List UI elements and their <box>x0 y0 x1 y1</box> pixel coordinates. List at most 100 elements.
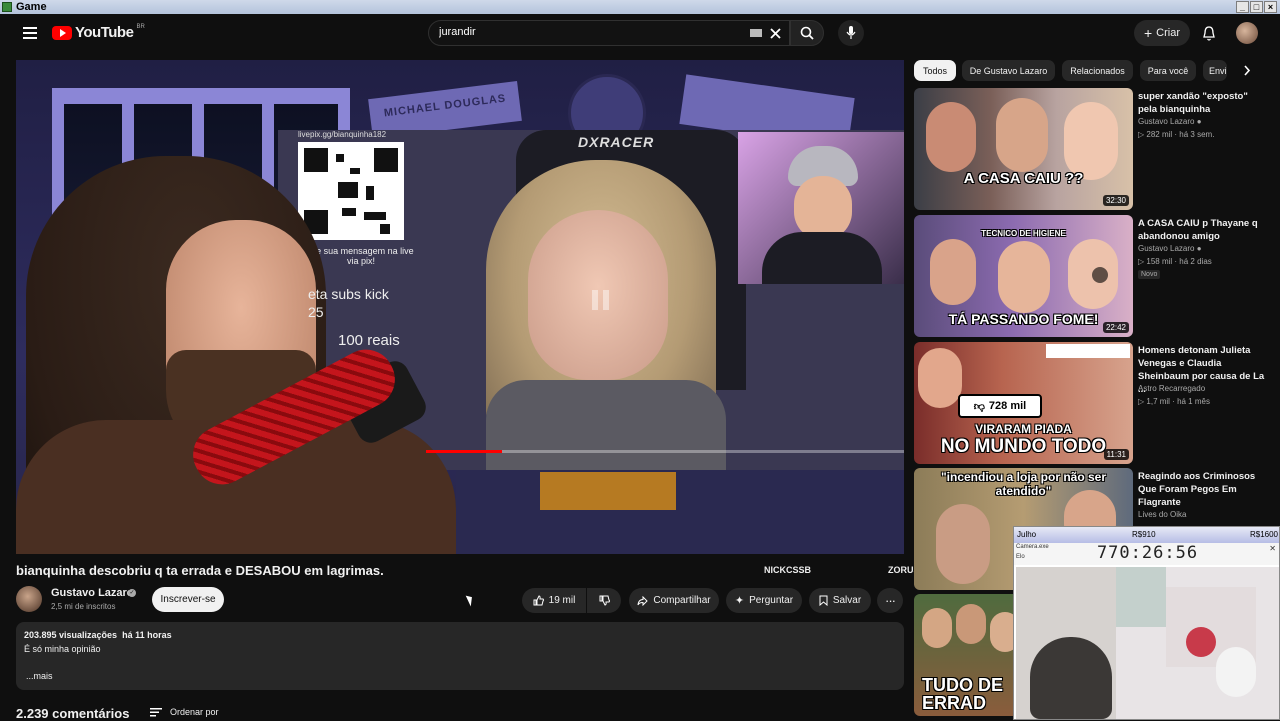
chip-relacionados[interactable]: Relacionados <box>1062 60 1133 81</box>
thumbnail-text: NO MUNDO TODO <box>940 436 1107 457</box>
camera-overlay-window[interactable]: Julho R$910 R$1600 770:26:56 Camera.exe … <box>1013 526 1280 720</box>
description-box[interactable]: 203.895 visualizações há 11 horas É só m… <box>16 622 904 690</box>
thumbnail-text: A CASA CAIU ?? <box>963 170 1084 187</box>
channel-name-text: Gustavo Lazaro <box>1138 244 1195 253</box>
video-title-rec[interactable]: Reagindo aos Criminosos Que Foram Pegos … <box>1138 470 1268 509</box>
comments-count: 2.239 comentários <box>16 706 130 721</box>
video-thumbnail[interactable]: A CASA CAIU ?? 32:30 <box>914 88 1133 210</box>
verified-icon: ✓ <box>128 589 136 597</box>
view-count-rec: 1,7 mil <box>1146 397 1170 406</box>
dislike-button[interactable] <box>587 588 621 613</box>
save-button[interactable]: Salvar <box>809 588 871 613</box>
video-title-rec[interactable]: super xandão "exposto" pela bianquinha <box>1138 90 1268 116</box>
video-age: há 1 mês <box>1177 397 1210 406</box>
voice-search-button[interactable] <box>838 20 864 46</box>
more-actions-button[interactable]: ··· <box>877 588 903 613</box>
thumbs-up-icon <box>533 595 544 606</box>
channel-name-rec[interactable]: Astro Recarregado <box>1138 384 1205 393</box>
thumbnail-top-text: TECNICO DE HIGIENE <box>981 229 1066 238</box>
progress-fill <box>426 450 503 453</box>
thumbnail-text: TUDO DE ERRAD <box>922 675 1003 713</box>
share-label: Compartilhar <box>653 595 711 606</box>
video-age: há 3 sem. <box>1179 130 1215 139</box>
clear-search-icon[interactable] <box>767 25 783 41</box>
save-label: Salvar <box>832 595 862 606</box>
video-thumbnail[interactable]: 👎︎ 728 mil VIRARAM PIADA NO MUNDO TODO 11… <box>914 342 1133 464</box>
window-title: Game <box>16 1 47 13</box>
recommended-video[interactable]: 👎︎ 728 mil VIRARAM PIADA NO MUNDO TODO 11… <box>914 342 1274 464</box>
maximize-button[interactable]: □ <box>1250 1 1263 13</box>
create-button[interactable]: + Criar <box>1134 20 1190 46</box>
video-thumbnail[interactable]: TECNICO DE HIGIENE TÁ PASSANDO FOME! 22:… <box>914 215 1133 337</box>
chevron-right-icon[interactable] <box>1236 60 1258 81</box>
qr-code-icon <box>298 142 404 240</box>
stream-timer: 770:26:56 <box>1014 543 1279 565</box>
subscribe-button[interactable]: Inscrever-se <box>152 587 224 612</box>
video-age: há 2 dias <box>1179 257 1212 266</box>
account-avatar[interactable] <box>1236 22 1258 44</box>
poster-text: MICHAEL DOUGLAS <box>383 92 507 120</box>
overlay-link-text: livepix.gg/bianquinha182 <box>298 130 387 139</box>
video-meta: ▷ 158 mil · há 2 dias <box>1138 257 1212 266</box>
keyboard-icon[interactable] <box>749 27 763 39</box>
video-meta: ▷ 282 mil · há 3 sem. <box>1138 130 1215 139</box>
chip-enviados[interactable]: Envi <box>1203 60 1227 81</box>
recommended-video[interactable]: TECNICO DE HIGIENE TÁ PASSANDO FOME! 22:… <box>914 215 1274 337</box>
search-icon <box>800 26 814 40</box>
views-text: 203.895 visualizações <box>24 630 118 640</box>
search-button[interactable] <box>790 20 824 46</box>
youtube-logo[interactable]: YouTube BR <box>52 24 145 41</box>
goal-current: R$910 <box>1132 530 1156 539</box>
thumbs-down-icon: 👎︎ <box>973 400 985 413</box>
chip-todos[interactable]: Todos <box>914 60 956 81</box>
channel-name-text: Astro Recarregado <box>1138 384 1206 393</box>
channel-name[interactable]: Gustavo Lazaro <box>51 587 134 599</box>
video-title-rec[interactable]: A CASA CAIU p Thayane q abandonou amigo <box>1138 217 1268 243</box>
search-box[interactable] <box>428 20 790 46</box>
recommended-video[interactable]: A CASA CAIU ?? 32:30 super xandão "expos… <box>914 88 1274 210</box>
like-button[interactable]: 19 mil <box>522 588 586 613</box>
minimize-button[interactable]: _ <box>1236 1 1249 13</box>
channel-subscribers: 2,5 mi de inscritos <box>51 602 116 611</box>
logo-text: YouTube <box>75 24 134 41</box>
mouse-cursor-icon <box>465 593 476 607</box>
thumbnail-likes: 728 mil <box>988 400 1027 412</box>
thumbnail-like-box: 👎︎ 728 mil <box>958 394 1042 418</box>
app-icon <box>2 2 12 12</box>
video-duration: 22:42 <box>1102 322 1129 333</box>
goal-label: Julho <box>1017 530 1037 539</box>
like-count: 19 mil <box>548 595 576 606</box>
search-input[interactable] <box>439 26 739 38</box>
video-person-woman-shirt <box>486 380 726 480</box>
show-more-link[interactable]: ...mais <box>26 671 53 681</box>
create-label: Criar <box>1156 27 1181 39</box>
video-player[interactable]: MICHAEL DOUGLAS DXRACER livepix.gg/bianq… <box>16 60 904 554</box>
channel-name-rec[interactable]: Gustavo Lazaro ● <box>1138 117 1202 126</box>
close-icon[interactable]: ✕ <box>1269 544 1276 553</box>
progress-bar[interactable] <box>426 450 904 453</box>
donation-goal-bar: Julho R$910 R$1600 <box>1014 527 1279 543</box>
menu-icon[interactable] <box>18 22 42 44</box>
channel-name-rec[interactable]: Lives do Oika <box>1138 510 1186 519</box>
ask-button[interactable]: ✦ Perguntar <box>726 588 802 613</box>
channel-name-rec[interactable]: Gustavo Lazaro ● <box>1138 244 1202 253</box>
sort-comments-button[interactable]: Ordenar por <box>150 707 219 717</box>
overlay-reais: 100 reais <box>338 332 400 349</box>
overlay-subs-text: eta subs kick <box>308 286 389 302</box>
notifications-bell-icon[interactable] <box>1198 22 1220 44</box>
goal-target: R$1600 <box>1249 530 1278 539</box>
pause-icon[interactable] <box>592 290 610 310</box>
chip-para-voce[interactable]: Para você <box>1140 60 1196 81</box>
thumbnail-text: TÁ PASSANDO FOME! <box>948 311 1099 327</box>
upload-time: há 11 horas <box>122 630 172 640</box>
ask-label: Perguntar <box>749 595 794 606</box>
channel-avatar[interactable] <box>16 586 42 612</box>
chip-de-gustavo-lazaro[interactable]: De Gustavo Lazaro <box>962 60 1055 81</box>
views-icon: ▷ <box>1138 130 1145 139</box>
chair-brand-text: DXRACER <box>578 134 655 150</box>
close-window-button[interactable]: × <box>1264 1 1277 13</box>
share-button[interactable]: Compartilhar <box>629 588 719 613</box>
channel-name-text: Lives do Oika <box>1138 510 1187 519</box>
sort-label: Ordenar por <box>170 707 219 717</box>
camera-feed <box>1016 567 1279 719</box>
